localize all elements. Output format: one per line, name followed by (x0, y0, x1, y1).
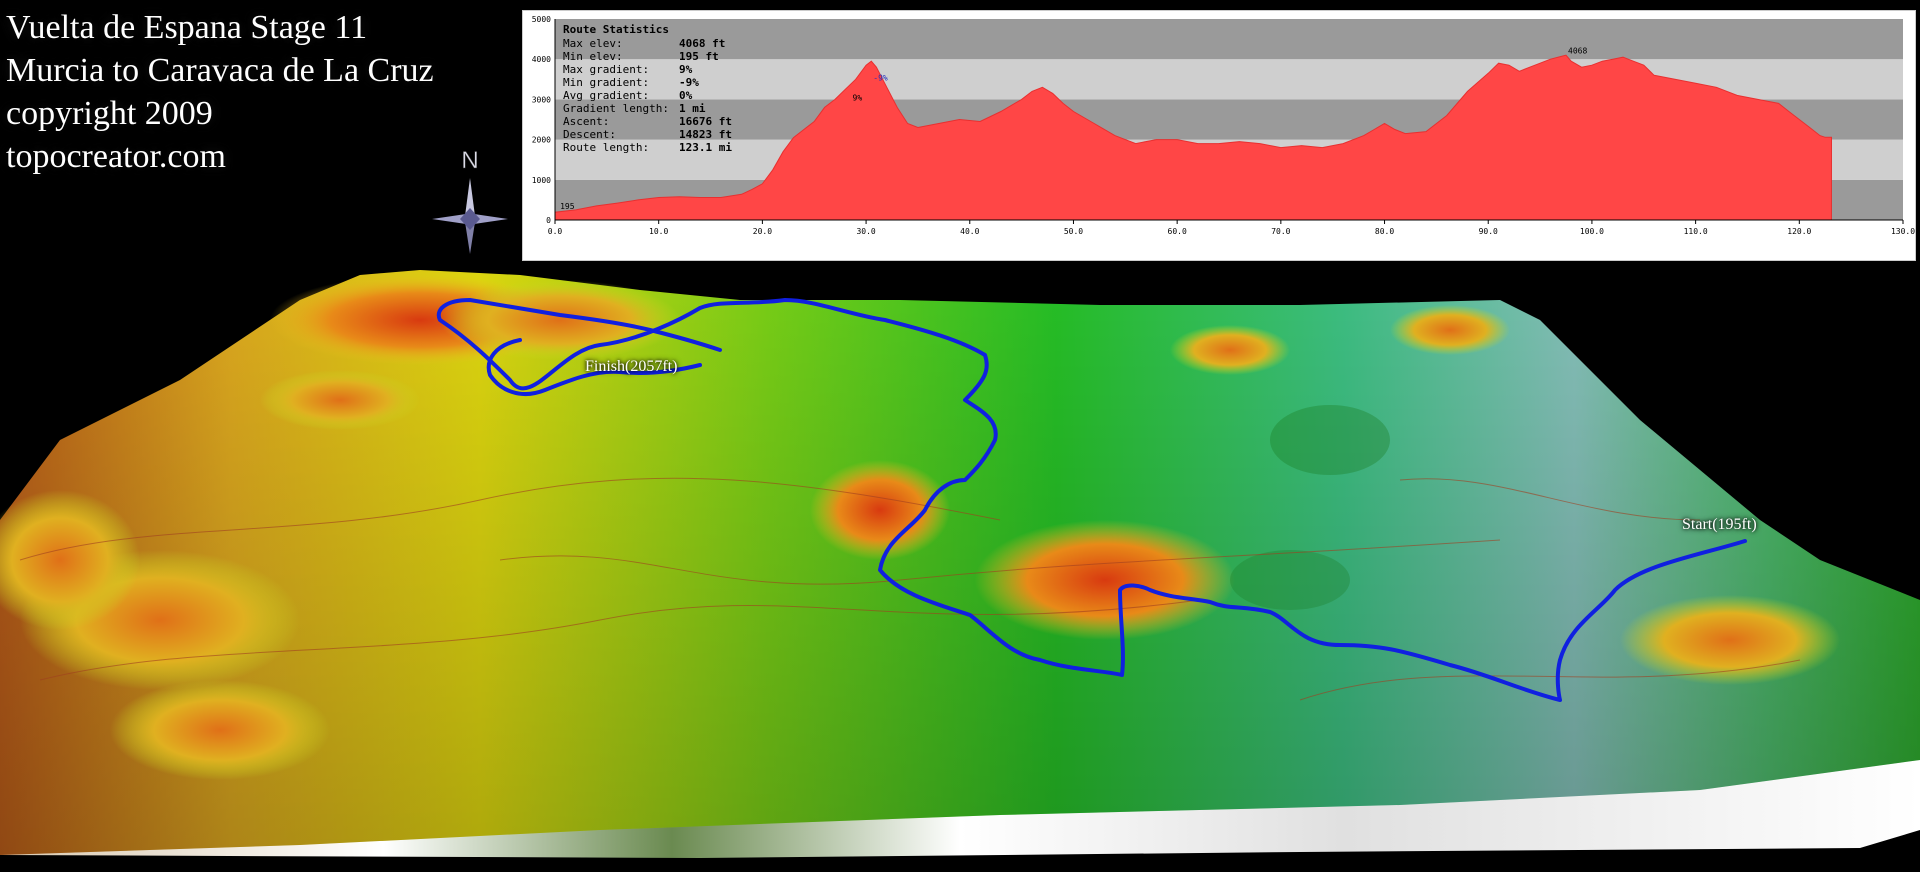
stat-label: Ascent: (563, 115, 610, 128)
title-line-4: topocreator.com (6, 138, 226, 175)
x-tick-label: 90.0 (1479, 227, 1498, 236)
stat-value: 16676 ft (679, 115, 732, 128)
x-tick-label: 0.0 (548, 227, 563, 236)
x-tick-label: 40.0 (960, 227, 979, 236)
stat-value: 14823 ft (679, 128, 732, 141)
x-tick-label: 20.0 (753, 227, 772, 236)
x-tick-label: 80.0 (1375, 227, 1394, 236)
x-tick-label: 70.0 (1271, 227, 1290, 236)
x-tick-label: 100.0 (1580, 227, 1604, 236)
x-tick-label: 30.0 (856, 227, 875, 236)
y-tick-label: 0 (546, 216, 551, 225)
stat-label: Min elev: (563, 50, 623, 63)
stat-row: Gradient length: 1 mi (563, 102, 732, 115)
stat-value: 9% (679, 63, 693, 76)
north-compass: N (428, 146, 512, 258)
start-label: Start(195ft) (1682, 516, 1757, 533)
title-line-2: Murcia to Caravaca de La Cruz (6, 52, 434, 89)
stat-row: Max gradient: 9% (563, 63, 732, 76)
route-statistics: Route Statistics Max elev: 4068 ft Min el… (563, 23, 732, 154)
stat-value: 4068 ft (679, 37, 726, 50)
route-stats-heading: Route Statistics (563, 23, 669, 36)
stat-value: -9% (679, 76, 699, 89)
x-tick-label: 10.0 (649, 227, 668, 236)
stage-map-illustration: Vuelta de Espana Stage 11 Murcia to Cara… (0, 0, 1920, 867)
stat-label: Route length: (563, 141, 650, 154)
stat-row: Descent: 14823 ft (563, 128, 732, 141)
stat-row: Avg gradient: 0% (563, 89, 732, 102)
stat-label: Gradient length: (563, 102, 669, 115)
stat-row: Route length: 123.1 mi (563, 141, 732, 154)
stat-value: 0% (679, 89, 693, 102)
stat-label: Descent: (563, 128, 616, 141)
chart-annotation: 9% (853, 93, 863, 102)
stat-label: Min gradient: (563, 76, 650, 89)
x-tick-label: 120.0 (1787, 227, 1811, 236)
stat-row: Min elev: 195 ft (563, 50, 732, 63)
compass-north-label: N (461, 147, 478, 174)
stat-value: 195 ft (679, 50, 719, 63)
chart-annotation: -9% (873, 73, 888, 82)
x-tick-label: 130.0 (1891, 227, 1915, 236)
y-tick-label: 3000 (532, 95, 551, 104)
stat-label: Max gradient: (563, 63, 650, 76)
stat-value: 123.1 mi (679, 141, 732, 154)
y-tick-label: 5000 (532, 15, 551, 24)
compass-rose-icon: N (432, 147, 508, 254)
chart-annotation: 195 (560, 202, 575, 211)
stat-value: 1 mi (679, 102, 706, 115)
stat-row: Max elev: 4068 ft (563, 37, 732, 50)
y-tick-label: 2000 (532, 136, 551, 145)
chart-annotation: 4068 (1568, 46, 1587, 55)
elevation-band (555, 19, 1903, 60)
stat-label: Avg gradient: (563, 89, 650, 102)
title-line-3: copyright 2009 (6, 95, 213, 132)
map-title-block: Vuelta de Espana Stage 11 Murcia to Cara… (6, 6, 434, 178)
y-tick-label: 1000 (532, 176, 551, 185)
x-tick-label: 110.0 (1684, 227, 1708, 236)
x-tick-label: 50.0 (1064, 227, 1083, 236)
y-tick-label: 4000 (532, 55, 551, 64)
finish-label: Finish(2057ft) (585, 358, 678, 375)
elevation-profile-panel: 0.0 10.0 20.0 30.0 40.0 50.0 60.0 70.0 80.0 90.0 1… (522, 10, 1916, 261)
stat-label: Max elev: (563, 37, 623, 50)
title-line-1: Vuelta de Espana Stage 11 (6, 9, 368, 46)
stat-row: Ascent: 16676 ft (563, 115, 732, 128)
x-tick-label: 60.0 (1168, 227, 1187, 236)
stat-row: Min gradient: -9% (563, 76, 732, 89)
